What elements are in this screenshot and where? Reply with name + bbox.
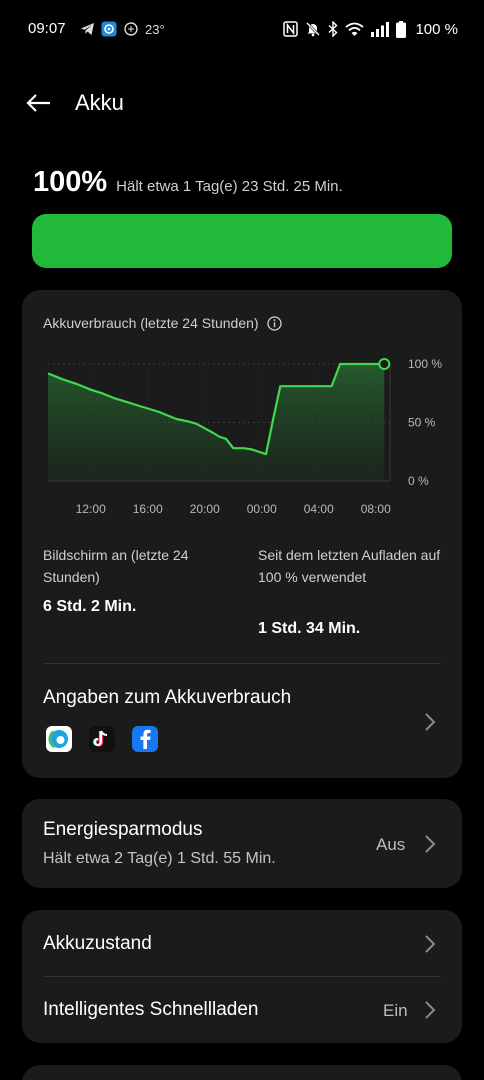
next-settings-card: [22, 1065, 462, 1080]
status-bar: 09:07 23° 100 %: [0, 0, 484, 58]
x-tick-label: 16:00: [133, 502, 163, 516]
battery-percent: 100%: [33, 166, 108, 198]
chevron-right-icon: [425, 835, 436, 853]
since-charge-label: Seit dem letzten Aufladen auf 100 % verw…: [258, 547, 441, 585]
battery-remaining-time: Hält etwa 1 Tag(e) 23 Std. 25 Min.: [116, 178, 343, 195]
back-button[interactable]: [22, 88, 54, 118]
telegram-icon: [81, 23, 94, 35]
smart-charging-row[interactable]: Intelligentes Schnellladen Ein: [22, 977, 462, 1043]
screen-on-value: 6 Std. 2 Min.: [43, 598, 137, 615]
screen-on-label: Bildschirm an (letzte 24 Stunden): [43, 547, 189, 585]
status-battery-text: 100 %: [415, 20, 458, 38]
chevron-right-icon: [425, 713, 436, 731]
usage-details-row[interactable]: Angaben zum Akkuverbrauch: [22, 664, 462, 778]
since-charge-value: 1 Std. 34 Min.: [258, 620, 361, 637]
status-time: 09:07: [28, 20, 66, 37]
info-icon[interactable]: [266, 315, 282, 331]
signal-icon: [371, 21, 390, 37]
edge-icon: [46, 726, 72, 752]
x-tick-label: 04:00: [304, 502, 334, 516]
energy-saver-title: Energiesparmodus: [43, 819, 203, 840]
battery-level-fill: [32, 214, 452, 268]
y-tick-label: 0 %: [408, 474, 429, 488]
y-tick-label: 50 %: [408, 416, 436, 430]
chevron-right-icon: [425, 1001, 436, 1019]
energy-saver-value: Aus: [376, 835, 406, 854]
tiktok-icon: [89, 726, 115, 752]
usage-details-title: Angaben zum Akkuverbrauch: [43, 687, 292, 708]
status-left-icons: 23°: [80, 18, 165, 40]
nfc-icon: [283, 21, 299, 37]
chart-header: Akkuverbrauch (letzte 24 Stunden): [43, 315, 282, 331]
battery-icon: [396, 20, 407, 38]
app-notification-icon: [101, 21, 117, 37]
battery-health-row[interactable]: Akkuzustand: [22, 910, 462, 976]
chart-title: Akkuverbrauch (letzte 24 Stunden): [43, 315, 259, 331]
chevron-right-icon: [425, 935, 436, 953]
energy-saver-subtitle: Hält etwa 2 Tag(e) 1 Std. 55 Min.: [43, 850, 276, 867]
x-tick-label: 12:00: [76, 502, 106, 516]
battery-summary: 100% Hält etwa 1 Tag(e) 23 Std. 25 Min.: [33, 166, 343, 199]
smart-charging-value: Ein: [383, 1001, 408, 1020]
status-right-icons: 100 %: [283, 18, 458, 40]
battery-settings-card: Akkuzustand Intelligentes Schnellladen E…: [22, 910, 462, 1043]
energy-saver-row[interactable]: Energiesparmodus Hält etwa 2 Tag(e) 1 St…: [22, 799, 462, 888]
page-title: Akku: [75, 90, 124, 115]
battery-level-bar: [32, 214, 452, 268]
battery-usage-card: Akkuverbrauch (letzte 24 Stunden) 100 % 5…: [22, 290, 462, 778]
battery-usage-chart: 100 % 50 % 0 % 12:00 16:00 20:00 00:00 04:00 08:…: [47, 357, 442, 516]
mute-icon: [306, 22, 321, 37]
header: Akku: [0, 80, 484, 126]
current-level-point: [378, 358, 391, 370]
back-arrow-icon: [26, 94, 50, 112]
smart-charging-title: Intelligentes Schnellladen: [43, 999, 259, 1020]
status-temperature: 23°: [145, 21, 165, 37]
app-icon-list: [46, 726, 158, 752]
bluetooth-icon: [328, 21, 338, 37]
battery-health-title: Akkuzustand: [43, 933, 152, 954]
x-tick-label: 08:00: [361, 502, 391, 516]
x-tick-label: 00:00: [247, 502, 277, 516]
wifi-icon: [345, 22, 365, 36]
facebook-icon: [132, 726, 158, 752]
weather-icon: [124, 22, 138, 36]
y-tick-label: 100 %: [408, 357, 442, 371]
x-tick-label: 20:00: [190, 502, 220, 516]
